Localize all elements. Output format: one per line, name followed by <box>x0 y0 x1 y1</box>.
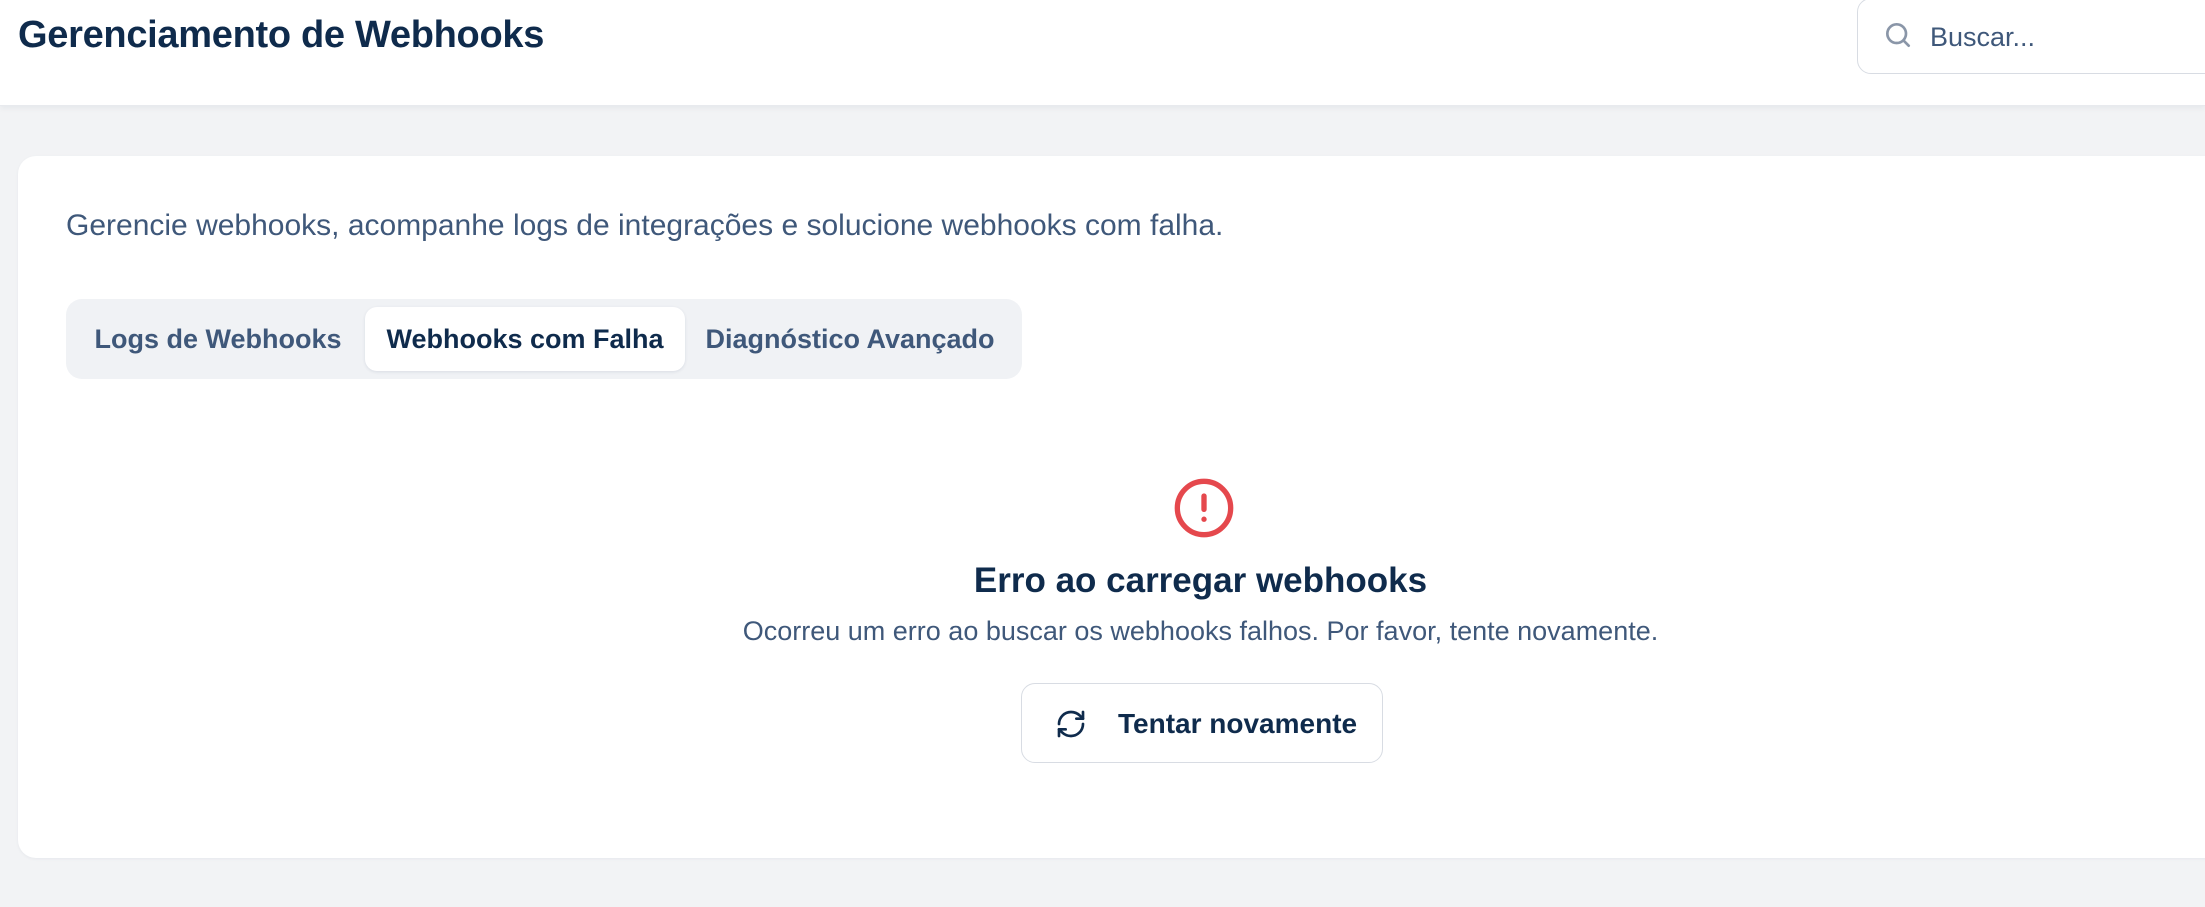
tab-list: Logs de Webhooks Webhooks com Falha Diag… <box>66 299 1022 379</box>
error-title: Erro ao carregar webhooks <box>973 561 1428 600</box>
top-header: Gerenciamento de Webhooks <box>0 0 2205 106</box>
retry-button-label: Tentar novamente <box>1118 708 1358 739</box>
search-box[interactable] <box>1857 0 2205 74</box>
search-icon <box>1886 23 1910 47</box>
search-input[interactable] <box>1930 17 2205 57</box>
tab-failed-webhooks[interactable]: Webhooks com Falha <box>365 307 685 371</box>
alert-circle-icon <box>1174 478 1234 538</box>
retry-button[interactable]: Tentar novamente <box>1021 683 1383 763</box>
error-message: Ocorreu um erro ao buscar os webhooks fa… <box>742 616 1659 646</box>
main-card: Gerencie webhooks, acompanhe logs de int… <box>18 156 2205 858</box>
page-description: Gerencie webhooks, acompanhe logs de int… <box>66 209 1224 242</box>
tab-advanced-diagnostics[interactable]: Diagnóstico Avançado <box>690 307 1010 371</box>
error-state: Erro ao carregar webhooks Ocorreu um err… <box>18 476 2183 776</box>
refresh-icon <box>1057 710 1085 738</box>
tab-webhook-logs[interactable]: Logs de Webhooks <box>76 307 360 371</box>
page-title: Gerenciamento de Webhooks <box>18 14 545 56</box>
